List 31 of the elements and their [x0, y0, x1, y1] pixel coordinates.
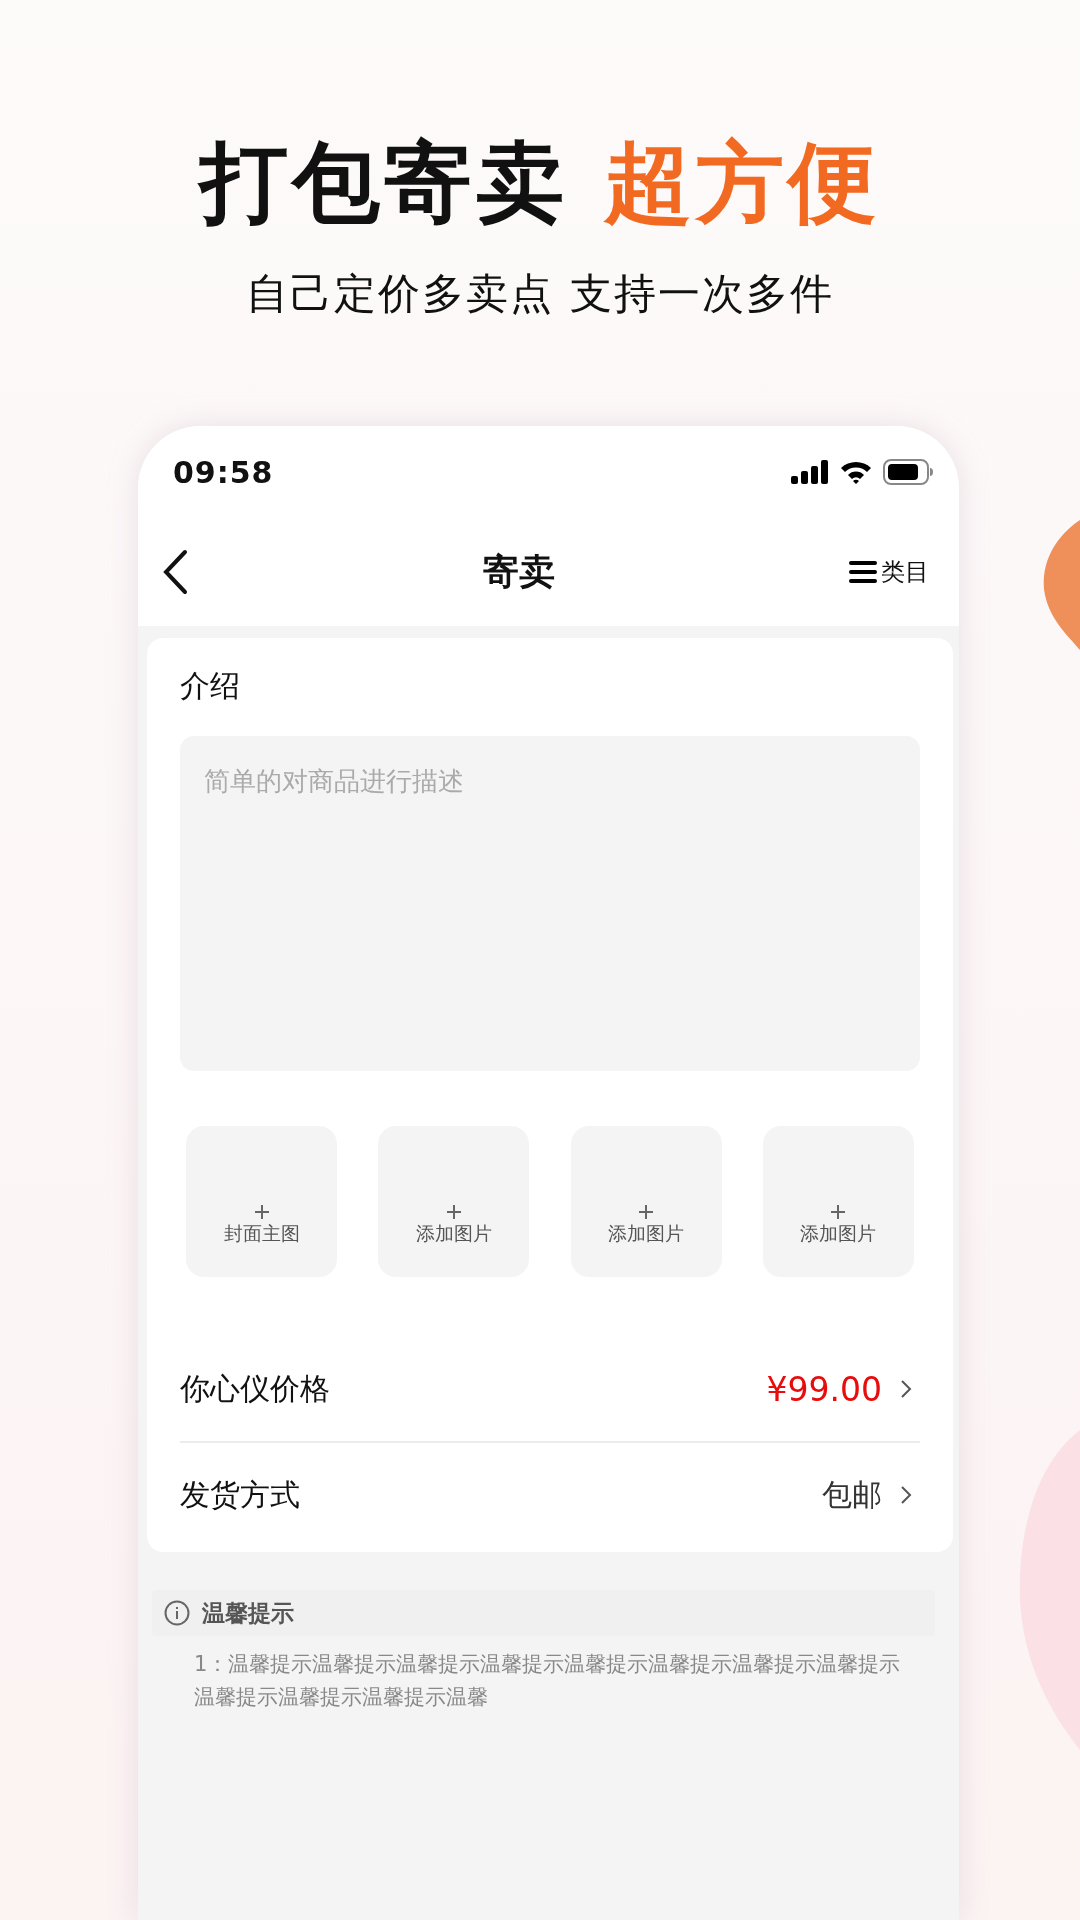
- section-title: 介绍: [180, 667, 241, 705]
- add-photo-button[interactable]: 封面主图: [186, 1126, 337, 1277]
- row-value: 包邮: [822, 1475, 882, 1514]
- category-button[interactable]: 类目: [849, 556, 929, 588]
- plus-icon: [831, 1205, 846, 1219]
- status-time: 09:58: [173, 454, 274, 490]
- add-photo-button[interactable]: 添加图片: [378, 1126, 530, 1277]
- setting-row[interactable]: 发货方式 包邮: [180, 1441, 920, 1547]
- tips-title: 温馨提示: [202, 1598, 294, 1628]
- menu-icon: [849, 561, 877, 583]
- back-button[interactable]: [162, 549, 188, 595]
- signal-icon: [791, 460, 829, 484]
- page-title: 寄卖: [482, 549, 555, 594]
- tips-text: 1：温馨提示温馨提示温馨提示温馨提示温馨提示温馨提示温馨提示温馨提示温馨提示温馨提示温馨提示温馨: [194, 1651, 901, 1711]
- plus-icon: [254, 1205, 269, 1219]
- chevron-icon: [900, 1379, 912, 1399]
- row-label: 发货方式: [180, 1475, 300, 1514]
- add-photo-button[interactable]: 添加图片: [570, 1126, 722, 1277]
- description-field[interactable]: 简单的对商品进行描述: [180, 736, 920, 1071]
- row-label: 你心仪价格: [180, 1369, 330, 1408]
- row-value: ¥99.00: [766, 1369, 882, 1409]
- wifi-icon: [839, 460, 873, 484]
- setting-row[interactable]: 你心仪价格 ¥99.00: [180, 1337, 920, 1441]
- chevron-icon: [900, 1485, 912, 1505]
- battery-icon: [883, 459, 933, 485]
- headline: 超方便: [604, 130, 880, 236]
- info-icon: [164, 1600, 190, 1626]
- plus-icon: [446, 1205, 461, 1219]
- subtitle: 自己定价多卖点 支持一次多件: [246, 268, 834, 320]
- plus-icon: [639, 1205, 654, 1219]
- add-photo-button[interactable]: 添加图片: [763, 1126, 914, 1277]
